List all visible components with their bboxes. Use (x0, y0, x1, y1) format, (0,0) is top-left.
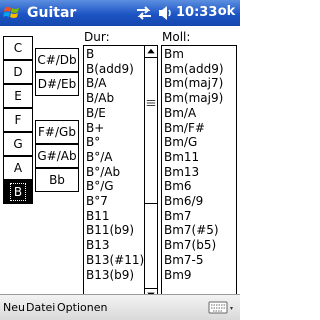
note-label: Bb (49, 173, 65, 187)
note-button-g-sharp[interactable]: G#/Ab (35, 144, 79, 168)
note-label: A (13, 161, 23, 175)
list-item[interactable]: Bm7(#5) (162, 223, 236, 238)
list-item[interactable]: Bm9 (162, 268, 236, 283)
note-button-a[interactable]: A (3, 156, 33, 180)
windows-flag-icon[interactable] (3, 4, 21, 22)
ok-button[interactable]: ok (215, 2, 238, 23)
note-button-c-sharp[interactable]: C#/Db (35, 48, 79, 72)
note-label: D (13, 65, 23, 79)
note-button-d[interactable]: D (3, 60, 33, 84)
list-item[interactable]: Bm11 (162, 150, 236, 165)
moll-items: Bm Bm(add9) Bm(maj7) Bm(maj9) Bm/A Bm/F#… (162, 46, 236, 282)
menu-datei[interactable]: Datei (26, 301, 55, 315)
speaker-icon[interactable] (158, 5, 172, 21)
list-item[interactable]: Bm(maj7) (162, 76, 236, 91)
note-button-f[interactable]: F (3, 108, 33, 132)
dur-label: Dur: (84, 30, 110, 44)
list-item[interactable]: Bm/A (162, 106, 236, 121)
list-item[interactable]: Bm(maj9) (162, 91, 236, 106)
menu-optionen[interactable]: Optionen (57, 301, 107, 315)
note-label: G (13, 137, 23, 151)
note-button-c[interactable]: C (3, 36, 33, 60)
note-label: C#/Db (37, 53, 77, 67)
note-label: D#/Eb (37, 77, 77, 91)
note-button-b-flat[interactable]: Bb (35, 168, 79, 192)
note-label: B (9, 183, 27, 201)
note-button-d-sharp[interactable]: D#/Eb (35, 72, 79, 96)
list-item[interactable]: Bm/F# (162, 121, 236, 136)
app-title: Guitar (27, 5, 77, 21)
dur-scrollbar[interactable] (144, 46, 157, 300)
note-button-g[interactable]: G (3, 132, 33, 156)
note-button-f-sharp[interactable]: F#/Gb (35, 120, 79, 144)
note-button-b-selected[interactable]: B (3, 180, 33, 204)
note-label: F#/Gb (38, 125, 76, 139)
clock[interactable]: 10:33 (176, 5, 217, 21)
title-bar: Guitar 10:33 ok (0, 0, 240, 26)
list-item[interactable]: Bm6 (162, 179, 236, 194)
moll-chord-list[interactable]: Bm Bm(add9) Bm(maj7) Bm(maj9) Bm/A Bm/F#… (161, 45, 237, 301)
scroll-up-arrow-icon[interactable] (145, 46, 157, 58)
note-label: E (14, 89, 22, 103)
menu-neu[interactable]: Neu (3, 301, 25, 315)
list-item[interactable]: Bm(add9) (162, 62, 236, 77)
list-item[interactable]: Bm7-5 (162, 253, 236, 268)
keyboard-icon[interactable] (206, 300, 236, 316)
dur-chord-list[interactable]: B B(add9) B/A B/Ab B/E B+ B° B°/A B°/Ab … (83, 45, 158, 301)
moll-label: Moll: (162, 30, 191, 44)
sync-arrows-icon[interactable] (136, 6, 152, 20)
note-label: F (14, 113, 22, 127)
list-item[interactable]: Bm (162, 47, 236, 62)
list-item[interactable]: Bm7 (162, 209, 236, 224)
list-item[interactable]: Bm7(b5) (162, 238, 236, 253)
list-item[interactable]: Bm6/9 (162, 194, 236, 209)
scroll-thumb[interactable] (145, 59, 157, 204)
note-button-e[interactable]: E (3, 84, 33, 108)
note-label: G#/Ab (37, 149, 77, 163)
list-item[interactable]: Bm13 (162, 165, 236, 180)
grip-icon (146, 100, 156, 106)
menu-bar: Neu Datei Optionen (0, 294, 240, 320)
note-label: C (13, 41, 23, 55)
list-item[interactable]: Bm/G (162, 135, 236, 150)
